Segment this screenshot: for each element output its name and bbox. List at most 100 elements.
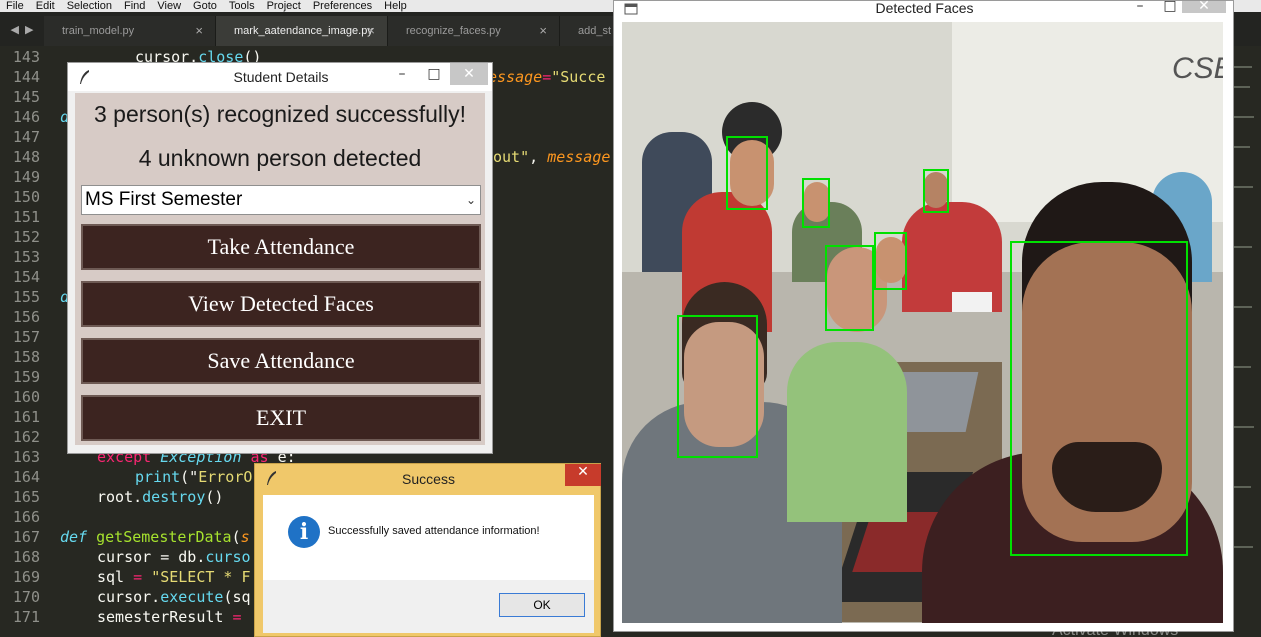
code-line-165: root.destroy()	[97, 487, 223, 507]
recognized-message: 3 person(s) recognized successfully!	[94, 101, 466, 127]
menu-file[interactable]: File	[0, 0, 30, 12]
tab-mark-attendance[interactable]: mark_aatendance_image.py ×	[216, 16, 388, 46]
minimize-icon[interactable]: –	[386, 63, 418, 85]
line-number: 157	[12, 328, 40, 346]
activate-windows-watermark: Activate Windows	[1052, 622, 1179, 637]
menu-selection[interactable]: Selection	[61, 0, 118, 12]
menu-preferences[interactable]: Preferences	[307, 0, 378, 12]
face-detection-box	[923, 169, 949, 213]
view-detected-faces-button[interactable]: View Detected Faces	[81, 281, 481, 327]
code-token: =	[232, 608, 242, 626]
menu-help[interactable]: Help	[378, 0, 413, 12]
tab-close-icon[interactable]: ×	[195, 16, 203, 46]
code-token: out"	[493, 148, 530, 166]
tab-close-icon[interactable]: ×	[367, 16, 375, 46]
code-line-167: def getSemesterData(s	[60, 527, 250, 547]
code-token: getSemesterData	[96, 528, 232, 546]
tab-label: mark_aatendance_image.py	[234, 25, 373, 37]
tab-train-model[interactable]: train_model.py ×	[44, 16, 216, 46]
code-token: ("	[180, 468, 199, 486]
detected-faces-photo: CSE	[622, 22, 1223, 623]
line-number: 163	[12, 448, 40, 466]
semester-dropdown[interactable]: MS First Semester ⌄	[81, 185, 481, 215]
code-token: essage	[488, 68, 543, 86]
face-detection-box	[874, 232, 907, 290]
code-token: ErrorO	[198, 468, 253, 486]
close-icon[interactable]: ✕	[450, 63, 488, 85]
line-number: 165	[12, 488, 40, 506]
minimap-line	[1232, 246, 1252, 248]
success-dialog-body: i Successfully saved attendance informat…	[263, 495, 594, 633]
code-line-168: cursor = db.curso	[97, 547, 251, 567]
exit-button[interactable]: EXIT	[81, 395, 481, 441]
code-token: =	[133, 568, 152, 586]
line-number: 148	[12, 148, 40, 166]
student-details-window: Student Details – □ ✕ 3 person(s) recogn…	[67, 62, 493, 454]
tab-label: add_st	[578, 25, 612, 37]
line-number: 152	[12, 228, 40, 246]
chevron-down-icon[interactable]: ⌄	[466, 186, 476, 214]
code-token: ,	[529, 148, 548, 166]
faces-window-titlebar[interactable]: Detected Faces – □ ✕	[614, 0, 1233, 21]
line-number: 162	[12, 428, 40, 446]
code-line-170: cursor.execute(sq	[97, 587, 251, 607]
info-icon: i	[288, 516, 320, 548]
menu-project[interactable]: Project	[261, 0, 307, 12]
tab-close-icon[interactable]: ×	[539, 16, 547, 46]
code-token: cursor	[97, 548, 161, 566]
line-number: 150	[12, 188, 40, 206]
code-token: destroy	[142, 488, 206, 506]
menu-goto[interactable]: Goto	[187, 0, 223, 12]
ok-button[interactable]: OK	[499, 593, 585, 617]
code-token: root.	[97, 488, 143, 506]
line-number: 145	[12, 88, 40, 106]
menu-view[interactable]: View	[151, 0, 187, 12]
tab-label: train_model.py	[62, 25, 135, 37]
close-icon[interactable]: ✕	[565, 464, 601, 486]
tab-prev-icon[interactable]: ◀	[11, 23, 19, 36]
code-token: (	[231, 528, 241, 546]
menu-tools[interactable]: Tools	[223, 0, 261, 12]
code-line-171: semesterResult =	[97, 607, 242, 627]
line-number: 151	[12, 208, 40, 226]
line-number: 166	[12, 508, 40, 526]
menu-edit[interactable]: Edit	[30, 0, 61, 12]
paper	[952, 292, 992, 312]
code-token: semesterResult	[97, 608, 233, 626]
face-detection-box	[1010, 241, 1188, 556]
code-line-164: print("ErrorO	[135, 467, 252, 487]
minimize-icon[interactable]: –	[1124, 0, 1156, 15]
face-detection-box	[677, 315, 758, 458]
success-dialog-footer: OK	[263, 580, 594, 633]
line-number: 170	[12, 588, 40, 606]
line-number: 155	[12, 288, 40, 306]
tab-navigation[interactable]: ◀ ▶	[0, 12, 44, 46]
close-icon[interactable]: ✕	[1182, 0, 1226, 13]
line-number: 168	[12, 548, 40, 566]
student-window-titlebar[interactable]: Student Details – □ ✕	[68, 63, 492, 91]
semester-selected-value: MS First Semester	[85, 189, 243, 210]
line-number: 153	[12, 248, 40, 266]
line-number: 171	[12, 608, 40, 626]
code-token: "Succe	[551, 68, 606, 86]
code-token: execute	[160, 588, 224, 606]
line-number: 161	[12, 408, 40, 426]
tab-label: recognize_faces.py	[406, 25, 501, 37]
tab-recognize-faces[interactable]: recognize_faces.py ×	[388, 16, 560, 46]
code-token: cursor.	[97, 588, 161, 606]
tab-next-icon[interactable]: ▶	[25, 23, 33, 36]
line-number: 169	[12, 568, 40, 586]
maximize-icon[interactable]: □	[418, 63, 450, 85]
person-shirt	[787, 342, 907, 522]
code-line-148: out", message	[493, 147, 610, 167]
wall-lettering: CSE	[1172, 52, 1223, 85]
save-attendance-button[interactable]: Save Attendance	[81, 338, 481, 384]
minimap-line	[1233, 366, 1251, 368]
success-dialog-titlebar[interactable]: Success ✕	[255, 464, 601, 494]
code-token: "SELECT * F	[151, 568, 251, 586]
code-token: curso	[205, 548, 251, 566]
take-attendance-button[interactable]: Take Attendance	[81, 224, 481, 270]
code-token: print	[135, 468, 181, 486]
menu-find[interactable]: Find	[118, 0, 151, 12]
line-number: 146	[12, 108, 40, 126]
